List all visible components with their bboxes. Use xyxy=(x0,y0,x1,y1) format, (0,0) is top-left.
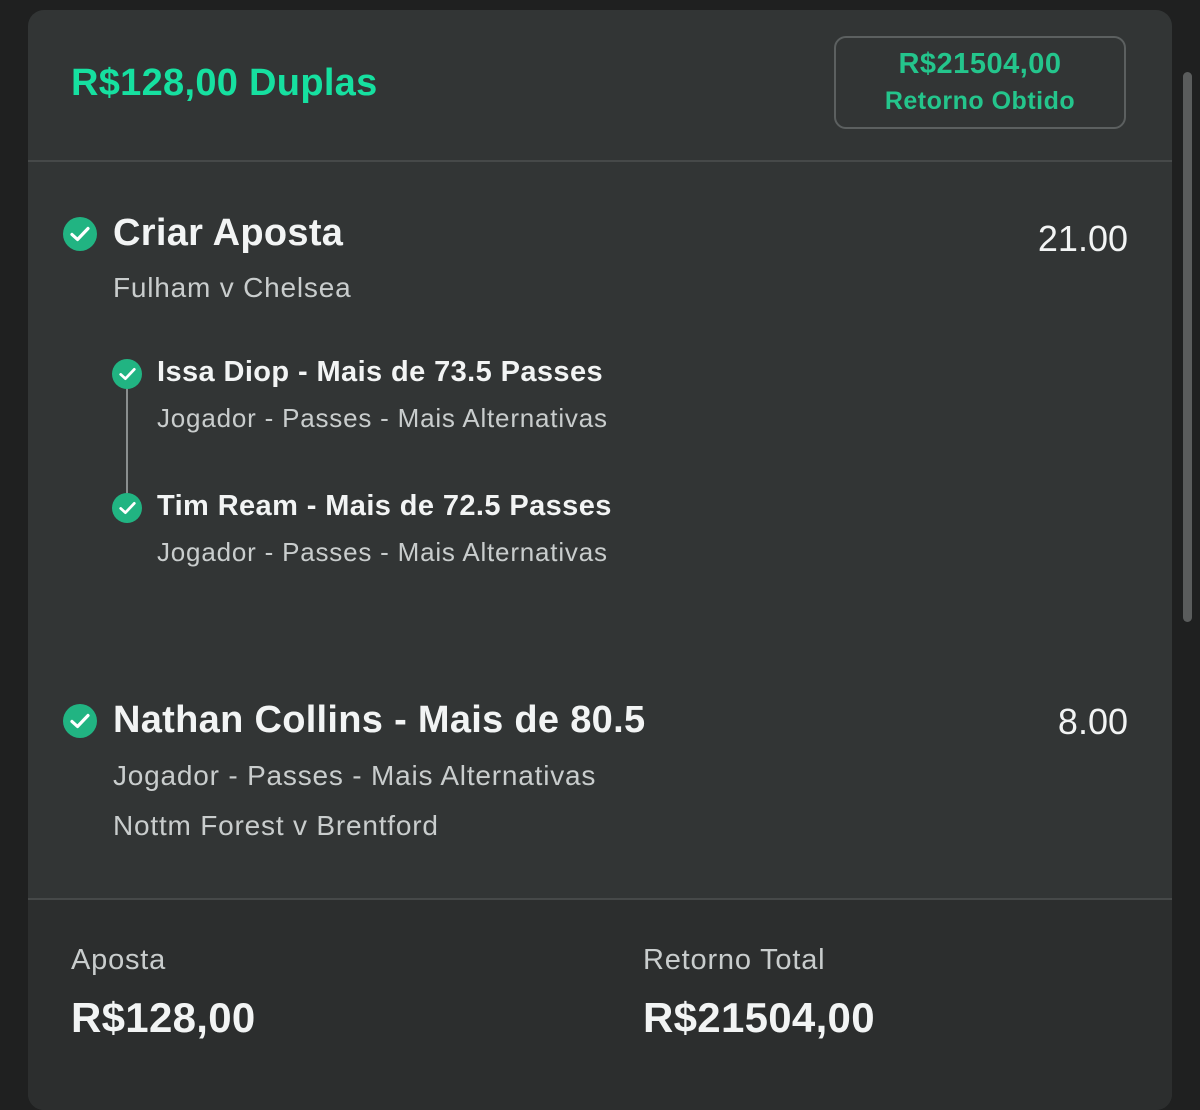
bet-header: R$128,00 Duplas R$21504,00 Retorno Obtid… xyxy=(28,10,1172,162)
selection-odds: 8.00 xyxy=(1057,701,1128,742)
check-circle-icon xyxy=(112,493,142,523)
leg-market: Jogador - Passes - Mais Alternativas xyxy=(157,403,608,433)
bet-summary-footer: Aposta R$128,00 Retorno Total R$21504,00 xyxy=(28,898,1172,1110)
leg-title: Issa Diop - Mais de 73.5 Passes xyxy=(157,356,604,388)
check-circle-icon xyxy=(63,704,97,738)
return-obtained-label: Retorno Obtido xyxy=(884,87,1076,115)
legs-connector-line xyxy=(126,388,128,508)
total-return-value: R$21504,00 xyxy=(643,994,875,1041)
selection-odds: 21.00 xyxy=(1037,218,1128,259)
selection-title: Criar Aposta xyxy=(113,212,344,254)
stake-label: Aposta xyxy=(71,944,167,976)
return-obtained-amount: R$21504,00 xyxy=(898,48,1062,80)
bet-receipt-card: R$128,00 Duplas R$21504,00 Retorno Obtid… xyxy=(28,10,1172,1110)
scrollbar[interactable] xyxy=(1183,72,1192,622)
check-circle-icon xyxy=(112,359,142,389)
leg-title: Tim Ream - Mais de 72.5 Passes xyxy=(157,490,612,522)
selection-event: Nottm Forest v Brentford xyxy=(113,810,439,841)
selection-event: Fulham v Chelsea xyxy=(113,272,352,303)
bet-title: R$128,00 Duplas xyxy=(71,62,378,104)
leg-market: Jogador - Passes - Mais Alternativas xyxy=(157,537,608,567)
return-obtained-badge: R$21504,00 Retorno Obtido xyxy=(834,36,1126,129)
selection-title: Nathan Collins - Mais de 80.5 xyxy=(113,699,646,741)
stake-value: R$128,00 xyxy=(71,994,256,1041)
selection-market: Jogador - Passes - Mais Alternativas xyxy=(113,760,597,791)
total-return-label: Retorno Total xyxy=(643,944,826,976)
check-circle-icon xyxy=(63,217,97,251)
